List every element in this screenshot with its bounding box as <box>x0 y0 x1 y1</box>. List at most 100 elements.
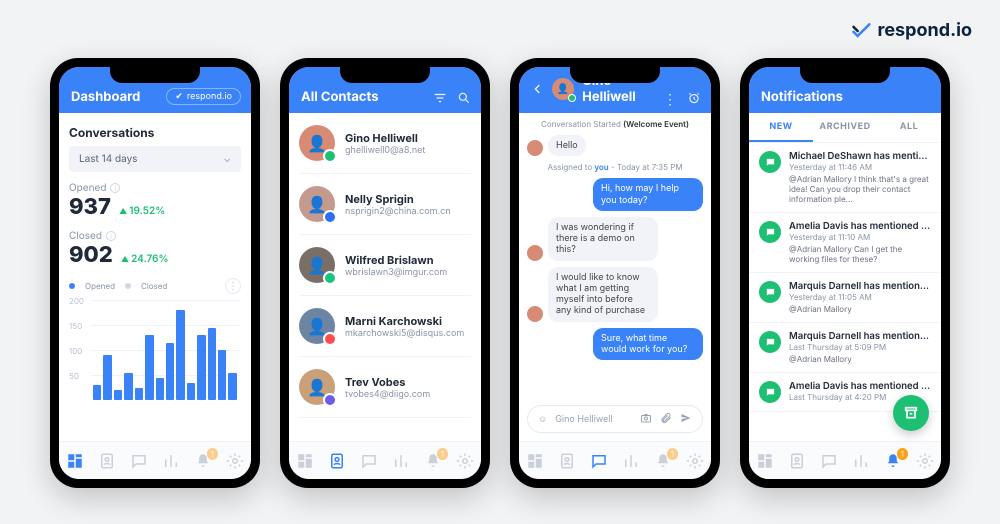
back-icon[interactable] <box>531 82 544 96</box>
tab-all[interactable]: ALL <box>877 113 941 142</box>
mention-icon <box>759 281 781 303</box>
phone-dashboard: Dashboard respond.io Conversations Last … <box>50 58 260 488</box>
notification-badge: 1 <box>667 448 678 460</box>
snooze-icon[interactable] <box>687 91 701 105</box>
nav-reports-icon[interactable] <box>162 452 180 470</box>
msg-outgoing[interactable]: Hi, how may I help you today? <box>593 178 703 211</box>
chat-avatar[interactable]: 👤 <box>552 78 574 100</box>
nav-settings-icon[interactable] <box>226 452 244 470</box>
emoji-icon[interactable]: ☺ <box>538 414 547 425</box>
nav-dashboard-icon[interactable] <box>756 452 774 470</box>
contact-row[interactable]: 👤 Trev Vobes tvobes4@diigo.com <box>299 357 471 418</box>
tab-archived[interactable]: ARCHIVED <box>813 113 877 142</box>
notification-time: Yesterday at 11:46 AM <box>789 162 931 172</box>
msg-incoming[interactable]: I would like to know what I am getting m… <box>548 267 658 322</box>
nav-contacts-icon[interactable] <box>98 452 116 470</box>
notification-body: @Adrian Mallory Can I get the working fi… <box>789 244 931 264</box>
nav-messages-icon[interactable] <box>820 452 838 470</box>
notification-time: Yesterday at 11:05 AM <box>789 292 931 302</box>
more-icon[interactable]: ⋮ <box>225 278 241 294</box>
avatar: 👤 <box>299 247 335 283</box>
assigned-event: Assigned to you - Today at 7:35 PM <box>527 162 703 172</box>
date-range-select[interactable]: Last 14 days ⌄ <box>69 146 241 172</box>
message-input[interactable]: ☺ Gino Helliwell <box>527 405 703 433</box>
notification-item[interactable]: Marquis Darnell has mentioned you i.. La… <box>749 323 941 373</box>
more-icon[interactable]: ⋮ <box>663 91 677 105</box>
nav-reports-icon[interactable] <box>852 452 870 470</box>
notification-title: Amelia Davis has mentioned you... <box>789 381 931 392</box>
nav-notifications-icon[interactable]: 1 <box>654 452 672 470</box>
conversations-bar-chart: 50100150200 <box>69 300 241 400</box>
notification-body: @Adrian Mallory <box>789 304 931 314</box>
notification-badge: 1 <box>207 448 218 460</box>
nav-dashboard-icon[interactable] <box>66 452 84 470</box>
camera-icon[interactable] <box>640 412 652 427</box>
conversation-started: Conversation Started (Welcome Event) <box>527 119 703 129</box>
kpi-opened-delta: 19.52% <box>119 205 165 217</box>
chart-legend: Opened Closed ⋮ <box>69 278 241 294</box>
nav-dashboard-icon[interactable] <box>296 452 314 470</box>
msg-incoming[interactable]: I was wondering if there is a demo on th… <box>548 217 658 261</box>
contact-email: wbrislawn3@imgur.com <box>345 267 447 278</box>
phone-notifications: Notifications NEW ARCHIVED ALL Michael D… <box>740 58 950 488</box>
nav-messages-icon[interactable] <box>590 452 608 470</box>
notification-title: Amelia Davis has mentioned you... <box>789 221 931 232</box>
tabbar: 1 <box>59 441 251 479</box>
msg-outgoing[interactable]: Sure, what time would work for you? <box>593 328 703 361</box>
nav-dashboard-icon[interactable] <box>526 452 544 470</box>
page-title: Notifications <box>761 89 843 105</box>
info-icon[interactable]: i <box>106 231 116 241</box>
kpi-closed-label: Closed <box>69 230 102 242</box>
search-icon[interactable] <box>457 91 471 105</box>
avatar: 👤 <box>299 186 335 222</box>
page-title: Dashboard <box>71 89 140 105</box>
contact-name: Wilfred Brislawn <box>345 253 447 267</box>
tabbar: 1 <box>519 441 711 479</box>
notification-title: Marquis Darnell has mentioned you i.. <box>789 331 931 342</box>
nav-settings-icon[interactable] <box>456 452 474 470</box>
notification-item[interactable]: Amelia Davis has mentioned you... Yester… <box>749 213 941 273</box>
notification-item[interactable]: Michael DeShawn has mentioned you i.. Ye… <box>749 143 941 213</box>
contact-row[interactable]: 👤 Wilfred Brislawn wbrislawn3@imgur.com <box>299 235 471 296</box>
nav-reports-icon[interactable] <box>392 452 410 470</box>
nav-notifications-icon[interactable]: 1 <box>884 452 902 470</box>
nav-contacts-icon[interactable] <box>788 452 806 470</box>
chevron-down-icon: ⌄ <box>223 153 231 165</box>
info-icon[interactable]: i <box>110 183 120 193</box>
tab-new[interactable]: NEW <box>749 113 813 142</box>
kpi-opened-value: 937 <box>69 194 111 220</box>
contact-row[interactable]: 👤 Gino Helliwell ghelliwell0@a8.net <box>299 113 471 174</box>
avatar: 👤 <box>299 125 335 161</box>
brand-chip[interactable]: respond.io <box>166 88 241 105</box>
nav-settings-icon[interactable] <box>916 452 934 470</box>
send-icon[interactable] <box>680 412 692 427</box>
phone-contacts: All Contacts 👤 Gino Helliwell ghelliwell… <box>280 58 490 488</box>
nav-settings-icon[interactable] <box>686 452 704 470</box>
nav-reports-icon[interactable] <box>622 452 640 470</box>
archive-fab[interactable] <box>893 395 929 431</box>
message-placeholder: Gino Helliwell <box>555 414 632 425</box>
contact-name: Trev Vobes <box>345 375 430 389</box>
nav-contacts-icon[interactable] <box>558 452 576 470</box>
nav-notifications-icon[interactable]: 1 <box>424 452 442 470</box>
nav-contacts-icon[interactable] <box>328 452 346 470</box>
contact-row[interactable]: 👤 Marni Karchowski mkarchowski5@disqus.c… <box>299 296 471 357</box>
kpi-opened-label: Opened <box>69 182 106 194</box>
tabbar: 1 <box>289 441 481 479</box>
attachment-icon[interactable] <box>660 412 672 427</box>
contact-row[interactable]: 👤 Nelly Sprigin nsprigin2@china.com.cn <box>299 174 471 235</box>
notification-item[interactable]: Marquis Darnell has mentioned you... Yes… <box>749 273 941 323</box>
notification-time: Yesterday at 11:10 AM <box>789 232 931 242</box>
kpi-closed-value: 902 <box>69 242 113 268</box>
nav-notifications-icon[interactable]: 1 <box>194 452 212 470</box>
msg-incoming[interactable]: Hello <box>548 135 586 156</box>
nav-messages-icon[interactable] <box>360 452 378 470</box>
notification-badge: 1 <box>897 448 908 460</box>
nav-messages-icon[interactable] <box>130 452 148 470</box>
notification-tabs: NEW ARCHIVED ALL <box>749 113 941 143</box>
contact-email: mkarchowski5@disqus.com <box>345 328 464 339</box>
phone-chat: 👤 Gino Helliwell ⋮ Conversation Started … <box>510 58 720 488</box>
contact-email: nsprigin2@china.com.cn <box>345 206 451 217</box>
avatar: 👤 <box>299 308 335 344</box>
filter-icon[interactable] <box>433 91 447 105</box>
